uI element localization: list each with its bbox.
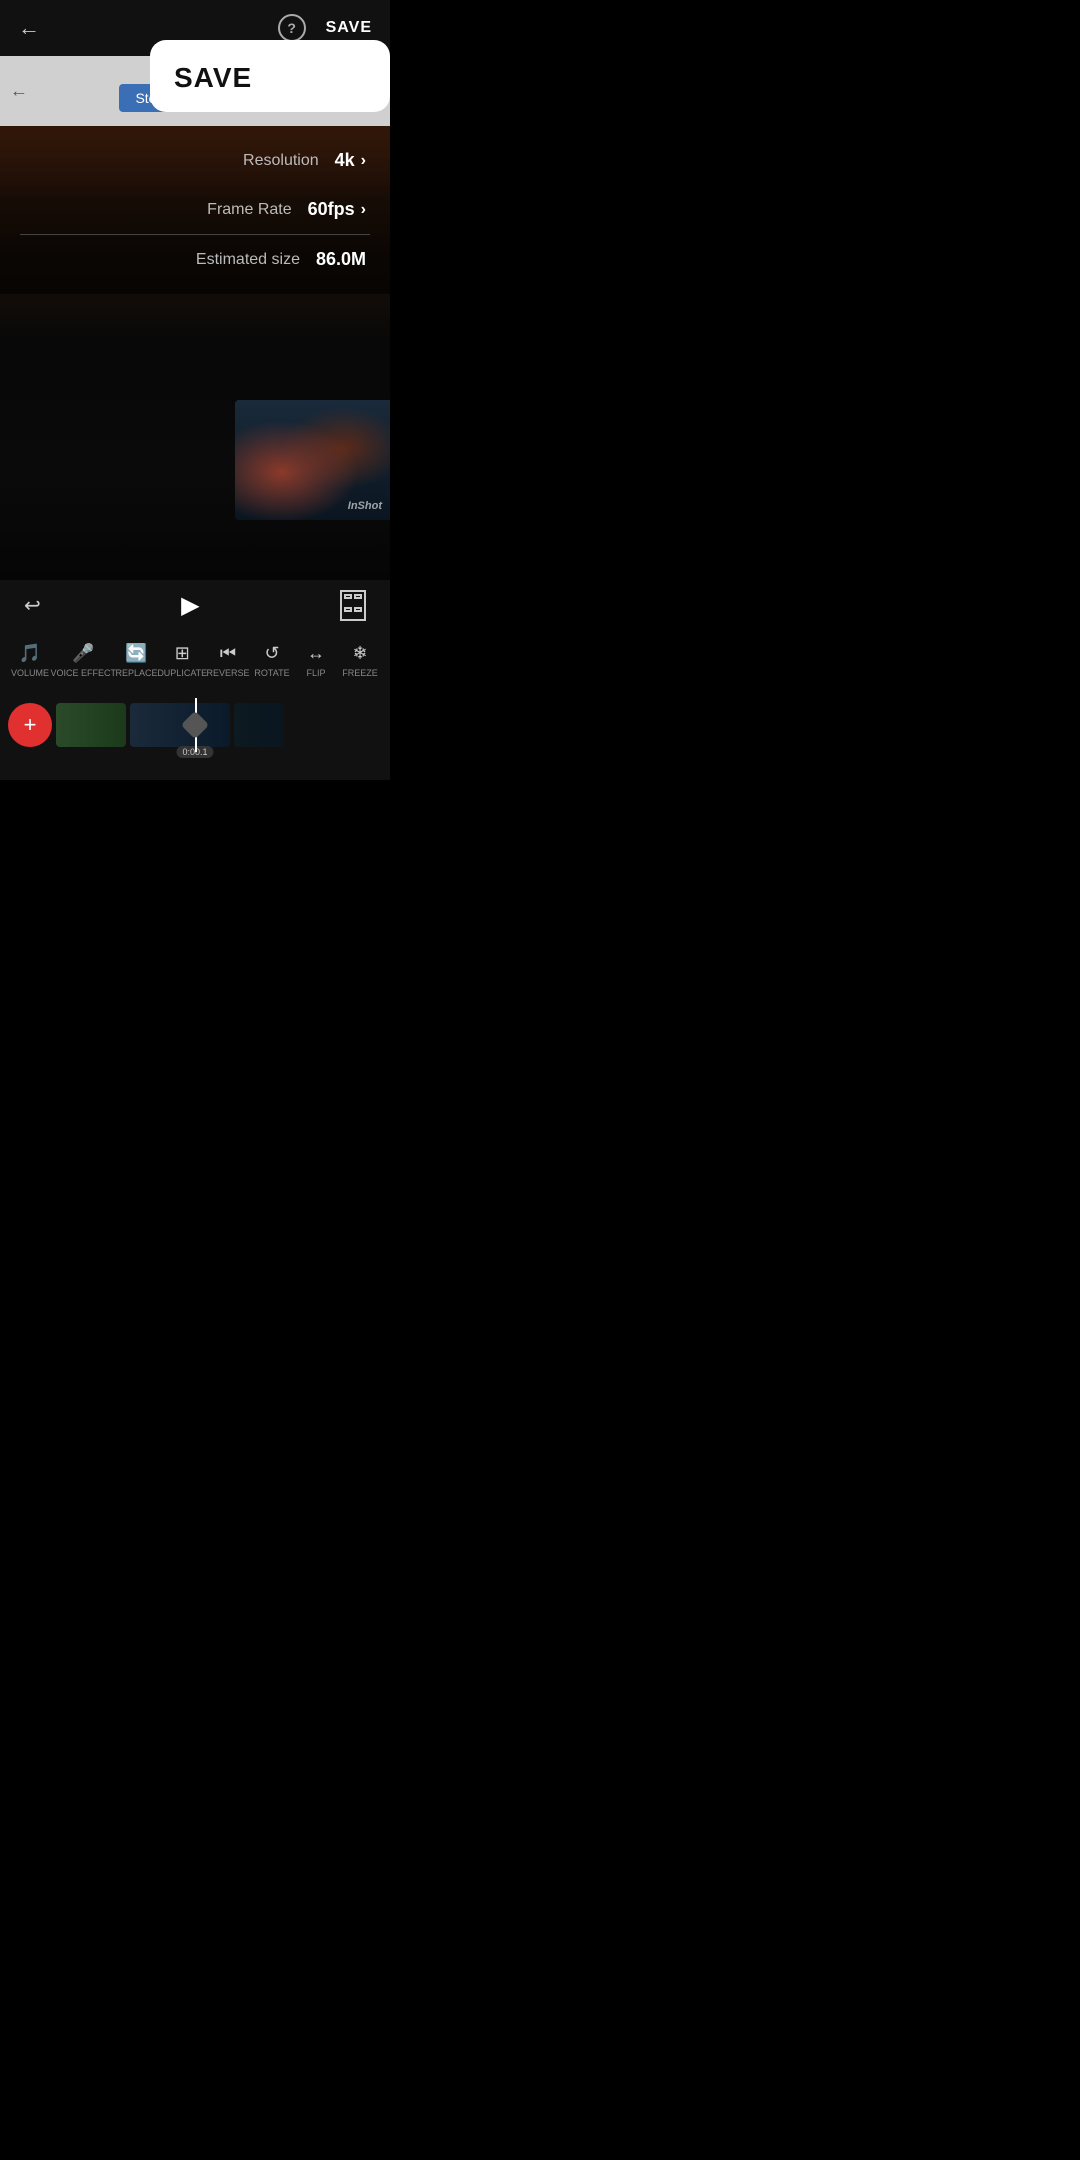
inshot-watermark: InShot <box>348 500 382 512</box>
timeline-clip-3[interactable] <box>234 703 284 747</box>
replace-icon: 🔄 <box>125 643 147 664</box>
top-bar-right: ? SAVE <box>278 14 372 42</box>
tool-freeze[interactable]: ❄ FREEZE <box>338 643 382 678</box>
freeze-icon: ❄ <box>352 643 367 664</box>
tool-replace[interactable]: 🔄 REPLACE <box>114 643 158 678</box>
undo-button[interactable]: ↩ <box>24 593 41 618</box>
rotate-icon: ↺ <box>264 643 279 664</box>
duplicate-icon: ⊞ <box>175 643 190 664</box>
resolution-row: Resolution 4k › <box>0 136 390 185</box>
volume-label: VOLUME <box>11 668 49 678</box>
tool-duplicate[interactable]: ⊞ DUPLICATE <box>158 643 206 678</box>
voice effect-icon: 🎤 <box>72 643 94 664</box>
help-button[interactable]: ? <box>278 14 306 42</box>
timeline-clip-2[interactable] <box>130 703 230 747</box>
playback-row: ↩ ▶ <box>0 580 390 630</box>
freeze-label: FREEZE <box>342 668 378 678</box>
tool-reverse[interactable]: ⏮ REVERSE <box>206 643 250 678</box>
save-panel-title: SAVE <box>174 62 252 93</box>
estimated-size-label: Estimated size <box>196 251 300 269</box>
resolution-label: Resolution <box>243 152 319 170</box>
voice effect-label: VOICE EFFECT <box>50 668 116 678</box>
framerate-chevron: › <box>361 201 366 219</box>
save-panel: SAVE <box>150 40 390 112</box>
estimated-size-value: 86.0M <box>316 249 366 270</box>
save-top-button[interactable]: SAVE <box>326 19 372 37</box>
framerate-row: Frame Rate 60fps › <box>0 185 390 234</box>
resolution-chevron: › <box>361 152 366 170</box>
volume-icon: 🎵 <box>19 643 41 664</box>
play-button[interactable]: ▶ <box>181 591 199 620</box>
replace-label: REPLACE <box>115 668 157 678</box>
add-clip-button[interactable]: + <box>8 703 52 747</box>
duplicate-label: DUPLICATE <box>157 668 207 678</box>
ad-back-arrow: ← <box>10 81 28 102</box>
flip-label: FLIP <box>306 668 325 678</box>
tool-voice-effect[interactable]: 🎤 VOICE EFFECT <box>52 643 114 678</box>
tool-flip[interactable]: ↔ FLIP <box>294 643 338 678</box>
top-bar-left: ← <box>18 15 40 41</box>
rotate-label: ROTATE <box>254 668 289 678</box>
settings-area: Resolution 4k › Frame Rate 60fps › Estim… <box>0 126 390 294</box>
thumbnail-clip: InShot <box>235 400 390 520</box>
timeline-row: + 0:00.1 <box>0 690 390 760</box>
resolution-value[interactable]: 4k › <box>335 150 366 171</box>
bottom-controls: ↩ ▶ 🎵 VOLUME 🎤 VOICE EFFECT 🔄 REPLACE ⊞ DUPLICA… <box>0 580 390 780</box>
framerate-value[interactable]: 60fps › <box>308 199 366 220</box>
scrubber[interactable] <box>181 711 209 739</box>
flip-icon: ↔ <box>307 643 325 664</box>
framerate-label: Frame Rate <box>207 201 291 219</box>
timeline-clip-1[interactable] <box>56 703 126 747</box>
reverse-label: REVERSE <box>206 668 249 678</box>
back-button[interactable]: ← <box>18 15 40 41</box>
fullscreen-button[interactable] <box>340 590 366 621</box>
tool-rotate[interactable]: ↺ ROTATE <box>250 643 294 678</box>
reverse-icon: ⏮ <box>220 643 236 664</box>
estimated-size-row: Estimated size 86.0M <box>0 235 390 284</box>
tools-row: 🎵 VOLUME 🎤 VOICE EFFECT 🔄 REPLACE ⊞ DUPLICATE ⏮ R… <box>0 630 390 690</box>
tool-volume[interactable]: 🎵 VOLUME <box>8 643 52 678</box>
